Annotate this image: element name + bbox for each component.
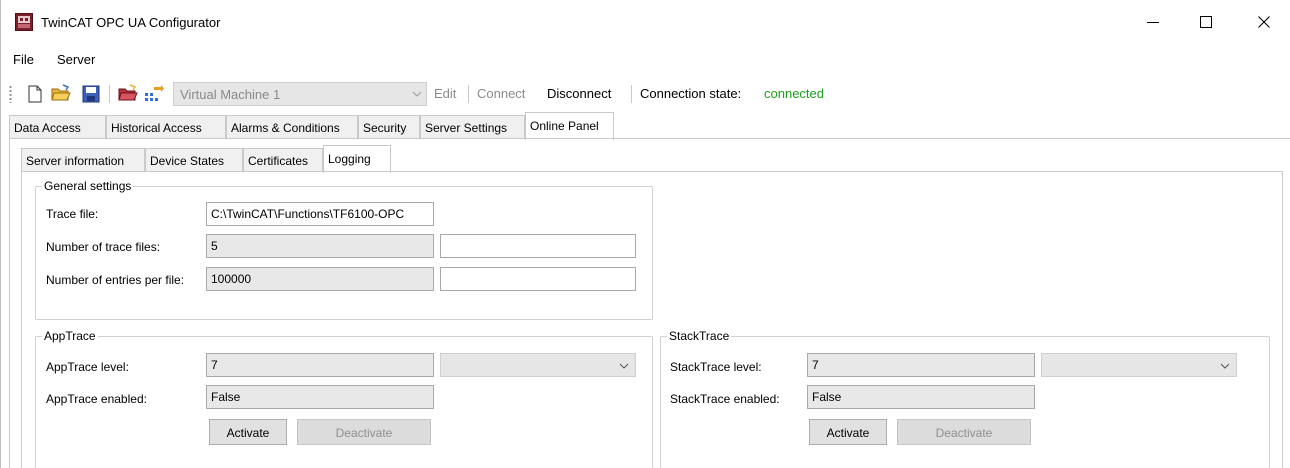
minimize-icon [1147, 22, 1159, 23]
stacktrace-level-label: StackTrace level: [670, 360, 762, 374]
chevron-down-icon [619, 363, 629, 369]
minimize-button[interactable] [1130, 0, 1176, 44]
tab-alarms-conditions[interactable]: Alarms & Conditions [226, 115, 358, 139]
group-title: AppTrace [42, 329, 98, 343]
menu-file[interactable]: File [13, 52, 34, 67]
num-trace-files-field: 5 [206, 234, 434, 258]
app-window: TwinCAT OPC UA Configurator File Server [0, 0, 1290, 468]
group-title: General settings [42, 179, 134, 193]
tab-server-information[interactable]: Server information [21, 148, 145, 172]
apptrace-enabled-label: AppTrace enabled: [46, 392, 147, 406]
entries-per-file-field: 100000 [206, 267, 434, 291]
toolbar-separator [109, 85, 110, 103]
connect-button[interactable]: Connect [477, 86, 525, 101]
title-bar: TwinCAT OPC UA Configurator [1, 0, 1290, 44]
trace-file-field[interactable]: C:\TwinCAT\Functions\TF6100-OPC [206, 202, 434, 226]
stacktrace-level-select[interactable] [1041, 353, 1237, 377]
apptrace-activate-button[interactable]: Activate [209, 419, 287, 445]
tab-device-states[interactable]: Device States [145, 148, 243, 172]
edit-button[interactable]: Edit [434, 86, 456, 101]
save-icon[interactable] [81, 84, 101, 104]
tab-security[interactable]: Security [358, 115, 420, 139]
stacktrace-deactivate-button[interactable]: Deactivate [897, 419, 1031, 445]
apptrace-level-select[interactable] [440, 353, 636, 377]
close-icon [1258, 16, 1270, 28]
maximize-icon [1200, 16, 1212, 28]
entries-per-file-label: Number of entries per file: [46, 273, 185, 287]
toolbar-separator [631, 85, 632, 103]
toolbar-grip[interactable] [9, 85, 12, 103]
tab-server-settings[interactable]: Server Settings [420, 115, 525, 139]
stacktrace-enabled-field: False [807, 385, 1035, 409]
close-button[interactable] [1241, 0, 1287, 44]
tab-certificates[interactable]: Certificates [243, 148, 323, 172]
target-select-value: Virtual Machine 1 [180, 87, 281, 102]
apptrace-level-field: 7 [206, 353, 434, 377]
apptrace-level-label: AppTrace level: [46, 360, 129, 374]
disconnect-button[interactable]: Disconnect [547, 86, 611, 101]
stacktrace-level-field: 7 [807, 353, 1035, 377]
connection-state-label: Connection state: [640, 86, 742, 101]
open-project-icon[interactable] [118, 84, 138, 104]
menu-server[interactable]: Server [57, 52, 95, 67]
toolbar: Virtual Machine 1 Edit Connect Disconnec… [1, 76, 1290, 112]
num-trace-files-input[interactable] [440, 234, 636, 258]
chevron-down-icon [412, 91, 422, 97]
window-title: TwinCAT OPC UA Configurator [41, 15, 221, 30]
menu-bar: File Server [1, 44, 1290, 76]
stacktrace-enabled-label: StackTrace enabled: [670, 392, 780, 406]
group-title: StackTrace [667, 329, 732, 343]
choose-target-icon[interactable] [144, 84, 164, 104]
stacktrace-activate-button[interactable]: Activate [809, 419, 887, 445]
maximize-button[interactable] [1183, 0, 1229, 44]
apptrace-enabled-field: False [206, 385, 434, 409]
toolbar-separator [468, 85, 469, 103]
tab-historical-access[interactable]: Historical Access [106, 115, 226, 139]
entries-per-file-input[interactable] [440, 267, 636, 291]
tab-logging[interactable]: Logging [323, 145, 391, 173]
new-file-icon[interactable] [25, 84, 45, 104]
open-folder-icon[interactable] [51, 84, 71, 104]
target-select[interactable]: Virtual Machine 1 [173, 82, 427, 106]
tab-online-panel[interactable]: Online Panel [525, 112, 614, 140]
app-logo-icon [15, 13, 33, 31]
connection-state-value: connected [764, 86, 824, 101]
apptrace-deactivate-button[interactable]: Deactivate [297, 419, 431, 445]
trace-file-label: Trace file: [46, 207, 99, 221]
tab-data-access[interactable]: Data Access [9, 115, 106, 139]
chevron-down-icon [1220, 363, 1230, 369]
num-trace-files-label: Number of trace files: [46, 240, 161, 254]
